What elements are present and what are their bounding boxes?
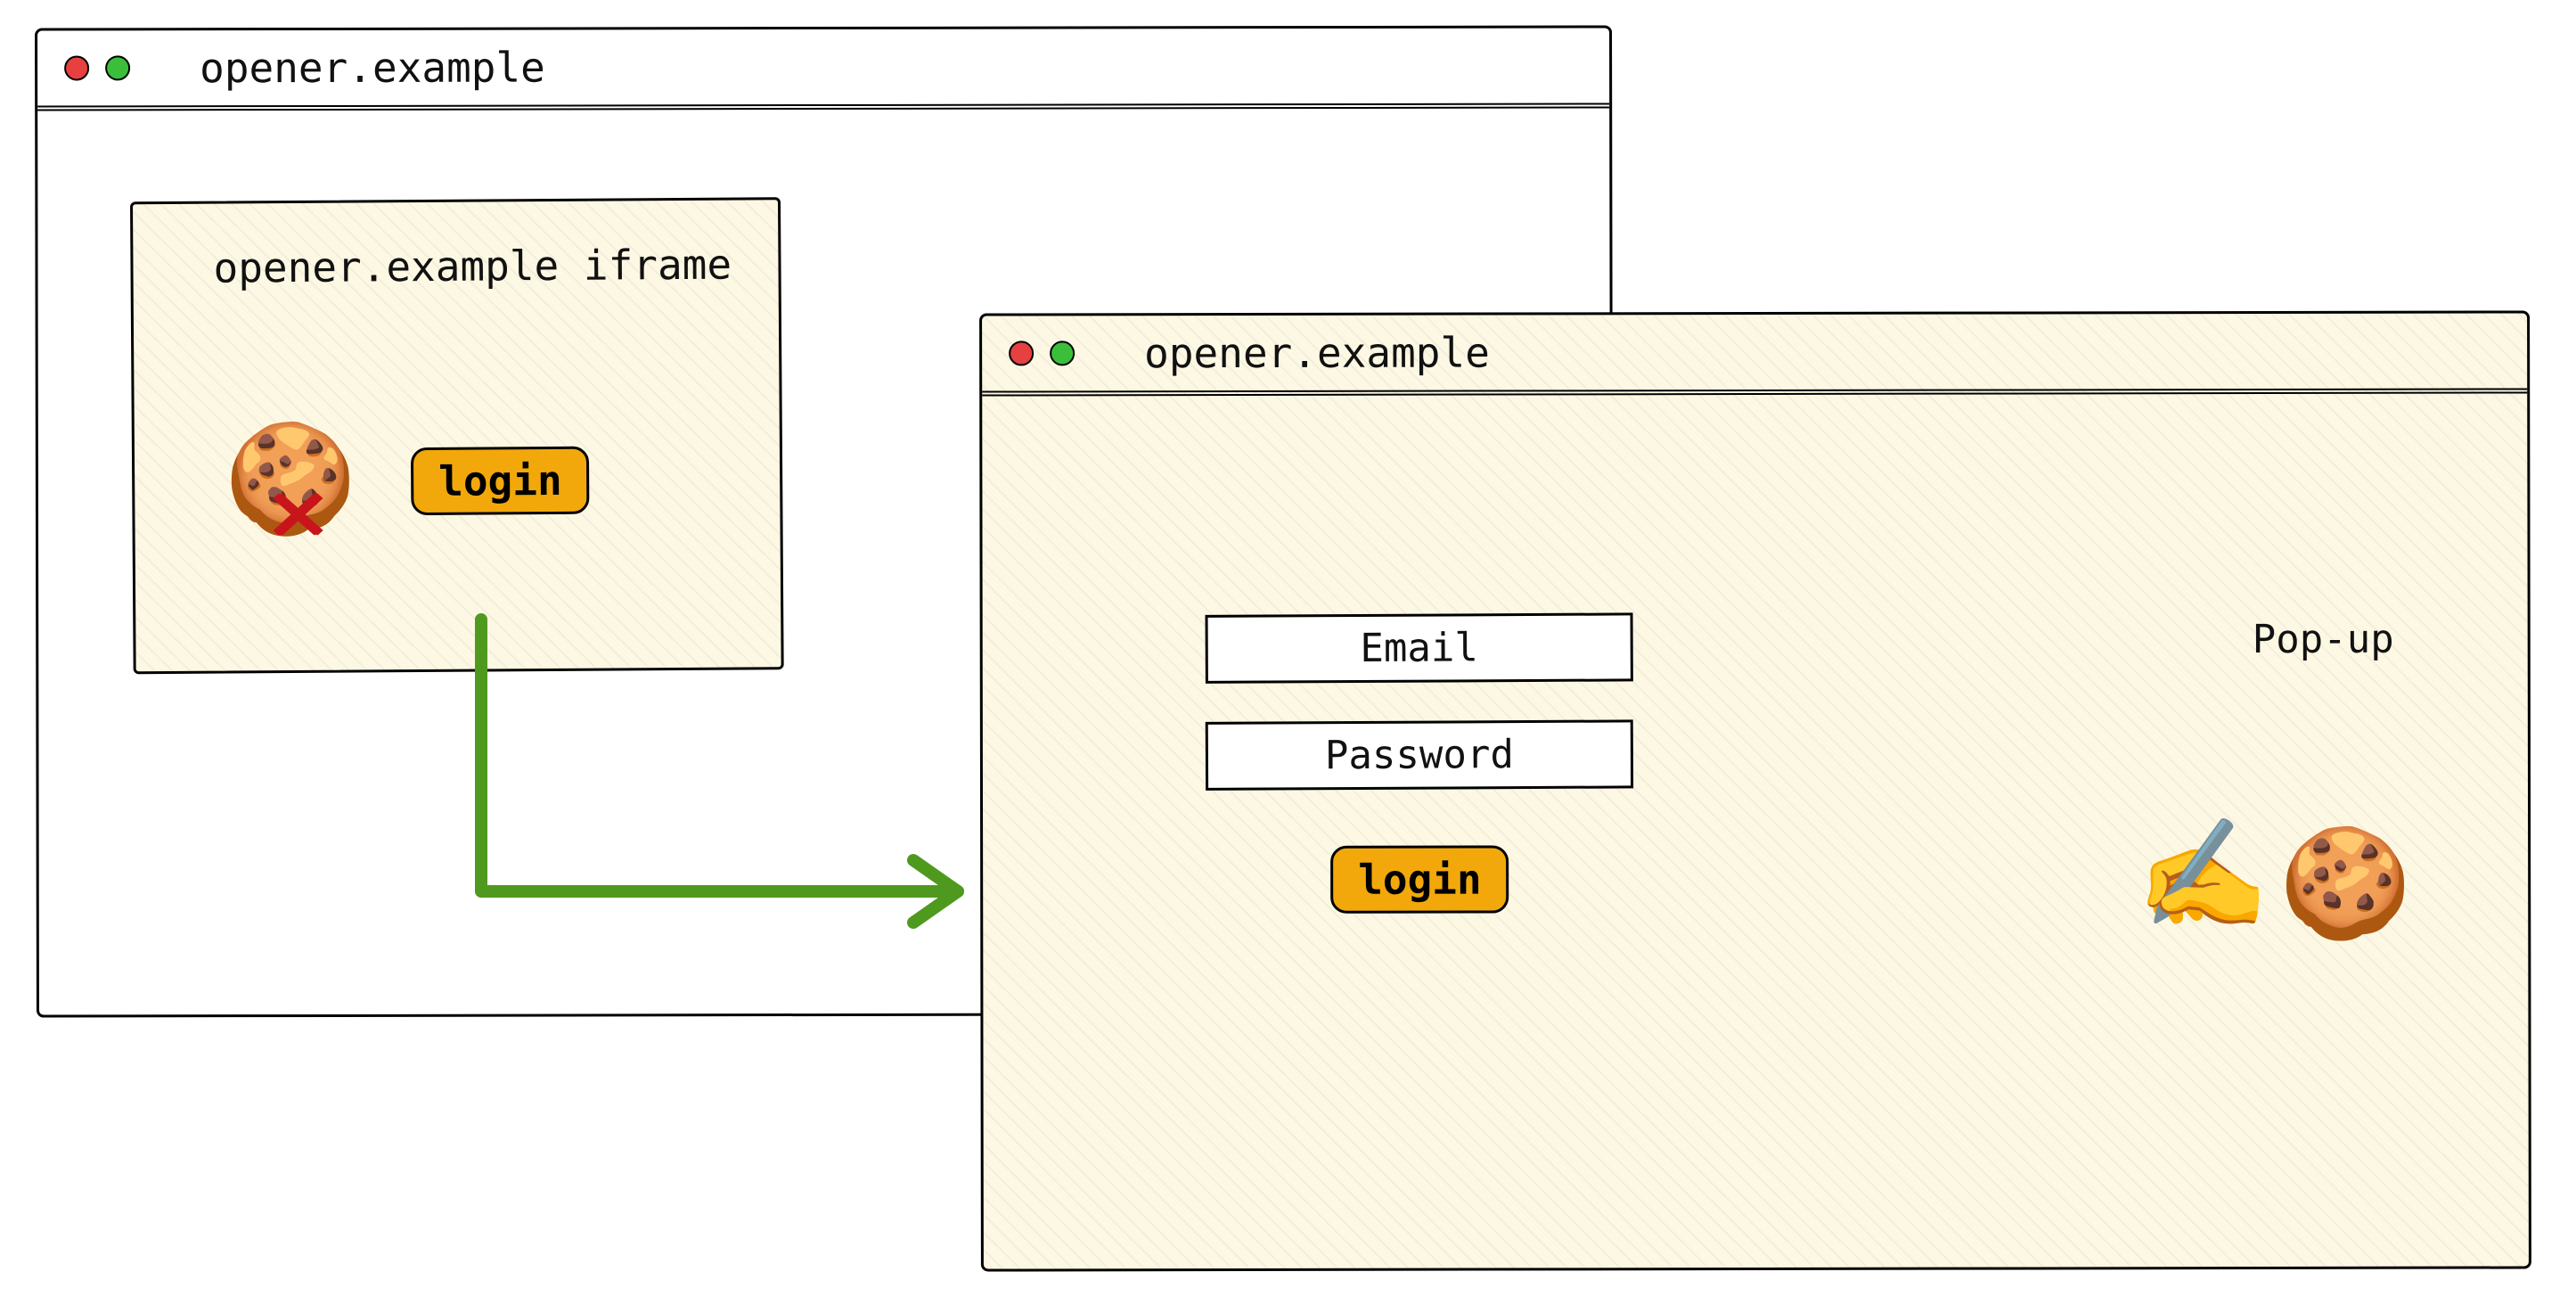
flow-arrow-icon [0,0,2576,1313]
diagram-stage: opener.example opener.example iframe 🍪 ✕… [0,0,2576,1313]
